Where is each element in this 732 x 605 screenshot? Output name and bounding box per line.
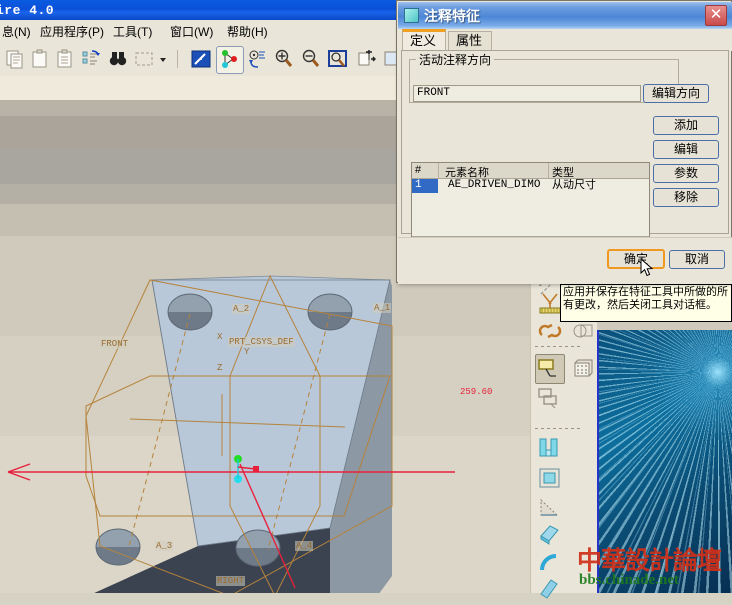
dialog-tabbar: 定义 属性: [398, 29, 732, 51]
menu-label: 窗口: [170, 25, 195, 39]
dialog-app-icon: [404, 8, 419, 23]
round-icon[interactable]: [537, 550, 563, 574]
viewport-label-csys: PRT_CSYS_DEF: [228, 337, 295, 347]
chamfer-icon[interactable]: [537, 576, 563, 600]
spin-center-icon[interactable]: [246, 48, 268, 70]
copy-icon[interactable]: [4, 48, 26, 70]
window-title: ire 4.0: [0, 3, 55, 18]
dialog-titlebar[interactable]: 注释特征: [398, 2, 732, 29]
direction-input[interactable]: FRONT: [413, 85, 641, 102]
parameters-button[interactable]: 参数: [653, 164, 719, 183]
row-element-name: AE_DRIVEN_DIMO: [448, 179, 541, 191]
menu-accel: (P): [88, 25, 105, 39]
remove-button[interactable]: 移除: [653, 188, 719, 207]
datum-display-icon[interactable]: [216, 46, 244, 74]
ok-button[interactable]: 确定: [607, 249, 665, 269]
viewport-label-front: FRONT: [100, 339, 130, 349]
menu-accel: (H): [251, 25, 268, 39]
grid-pattern-icon[interactable]: [571, 356, 597, 380]
column-header-type: 类型: [552, 167, 574, 179]
viewport-label-a3: A_3: [155, 541, 174, 551]
annotation-feature-icon[interactable]: [535, 354, 565, 384]
reorient-icon[interactable]: [355, 48, 377, 70]
menu-accel: (N): [14, 25, 31, 39]
paste-icon[interactable]: [29, 48, 51, 70]
tab-properties[interactable]: 属性: [448, 31, 492, 50]
watermark: 中華設計論壇 bbs.chinade.net: [577, 543, 732, 593]
add-button[interactable]: 添加: [653, 116, 719, 135]
dialog-title: 注释特征: [424, 8, 480, 24]
viewport-label-a1: A_1: [373, 303, 392, 313]
pro-engineer-window: ire 4.0 息(N) 应用程序(P) 工具(T) 窗口(W) 帮助(H) A…: [0, 0, 732, 599]
note-icon[interactable]: [537, 386, 563, 410]
edit-button[interactable]: 编辑: [653, 140, 719, 159]
rib-icon[interactable]: [537, 436, 563, 460]
merge-icon[interactable]: [571, 320, 597, 344]
viewport-label-axis-y: Y: [244, 347, 250, 357]
zoom-in-icon[interactable]: [273, 48, 295, 70]
edit-direction-button[interactable]: 编辑方向: [643, 84, 709, 103]
menu-label: 工具: [113, 25, 138, 39]
draft-icon[interactable]: [537, 495, 563, 519]
repaint-icon[interactable]: [190, 48, 212, 70]
menu-accel: (W): [194, 25, 214, 39]
close-icon[interactable]: ✕: [705, 5, 727, 26]
menu-item-applications[interactable]: 应用程序(P): [40, 23, 104, 40]
menu-label: 帮助: [227, 25, 252, 39]
menu-label: 息: [2, 25, 15, 39]
regenerate-icon[interactable]: [80, 48, 102, 70]
dimension-value[interactable]: 259.60: [460, 387, 492, 397]
row-index: 1: [412, 179, 438, 193]
table-row[interactable]: 1 AE_DRIVEN_DIMO 从动尺寸: [412, 179, 649, 193]
viewport-label-right: RIGHT: [216, 576, 246, 586]
viewport-label-a2: A_2: [232, 304, 251, 314]
blend-icon[interactable]: [537, 522, 563, 546]
viewport-label-axis-x: X: [217, 332, 223, 342]
chain-icon[interactable]: [537, 320, 563, 344]
tooltip: 应用并保存在特征工具中所做的所有更改，然后关闭工具对话框。: [560, 284, 732, 322]
menu-item-message[interactable]: 息(N): [2, 23, 31, 40]
shell-icon[interactable]: [537, 466, 563, 490]
find-icon[interactable]: [107, 48, 129, 70]
tab-definition[interactable]: 定义: [402, 29, 446, 50]
watermark-url: bbs.chinade.net: [579, 572, 680, 588]
column-header-name: 元素名称: [445, 167, 489, 179]
selection-box-icon[interactable]: [133, 48, 155, 70]
menu-item-tools[interactable]: 工具(T): [113, 23, 152, 40]
menu-label: 应用程序: [40, 25, 89, 39]
refit-icon[interactable]: [327, 48, 349, 70]
cancel-button[interactable]: 取消: [669, 250, 725, 269]
menu-accel: (T): [137, 25, 153, 39]
mouse-cursor: [640, 257, 654, 278]
column-header-index: #: [415, 164, 422, 176]
row-element-type: 从动尺寸: [552, 179, 596, 191]
viewport-label-a4: A_4: [295, 541, 314, 551]
group-label: 活动注释方向: [416, 51, 495, 68]
viewport-label-axis-z: Z: [217, 363, 223, 373]
menu-item-window[interactable]: 窗口(W): [170, 23, 213, 40]
dropdown-arrow-icon[interactable]: [158, 48, 168, 70]
zoom-out-icon[interactable]: [300, 48, 322, 70]
table-header: # 元素名称 类型: [412, 163, 649, 179]
paste-special-icon[interactable]: [54, 48, 76, 70]
menu-item-help[interactable]: 帮助(H): [227, 23, 268, 40]
